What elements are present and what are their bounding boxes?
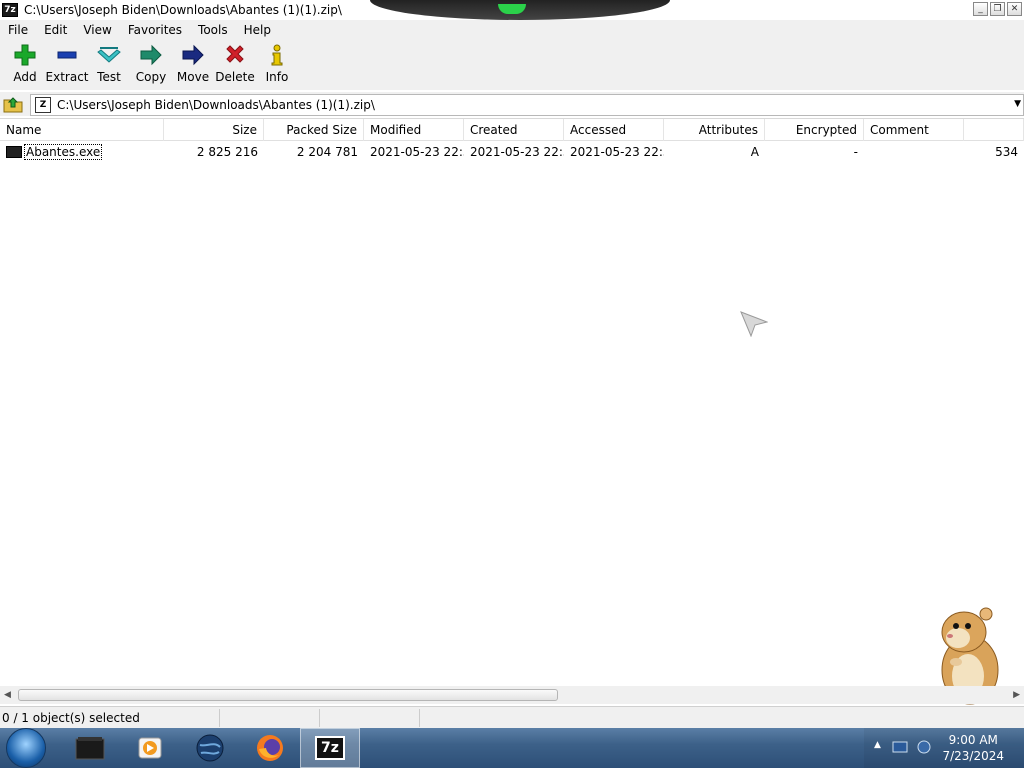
taskbar-terminal-app[interactable] xyxy=(60,728,120,768)
folder-up-icon[interactable] xyxy=(2,94,24,114)
menu-help[interactable]: Help xyxy=(236,23,279,37)
system-tray: ▲ 9:00 AM 7/23/2024 xyxy=(864,728,1024,768)
speaker-icon[interactable] xyxy=(916,739,932,755)
column-packed-size[interactable]: Packed Size xyxy=(264,119,364,141)
zip-archive-icon: Z xyxy=(35,97,51,113)
row-extra: 534 xyxy=(995,145,1018,159)
window-controls: _ ❐ ✕ xyxy=(973,2,1022,16)
copy-button[interactable]: Copy xyxy=(130,44,172,84)
add-label: Add xyxy=(13,70,37,84)
copy-label: Copy xyxy=(135,70,167,84)
row-created: 2021-05-23 22:34 xyxy=(470,145,564,159)
row-packed-size: 2 204 781 xyxy=(296,145,358,159)
toolbar: Add Extract Test Copy Move Delete Info xyxy=(0,40,1024,90)
title-decoration xyxy=(370,0,670,20)
test-button[interactable]: Test xyxy=(88,44,130,84)
scroll-left-icon[interactable]: ◀ xyxy=(4,690,11,700)
taskbar-7zip-app[interactable]: 7z xyxy=(300,728,360,768)
firefox-icon xyxy=(257,735,283,761)
menu-view[interactable]: View xyxy=(75,23,119,37)
column-created[interactable]: Created xyxy=(464,119,564,141)
arrow-right-icon xyxy=(139,44,163,66)
row-name: Abantes.exe xyxy=(24,144,103,160)
start-button[interactable] xyxy=(6,728,46,768)
title-bar: 7z C:\Users\Joseph Biden\Downloads\Abant… xyxy=(0,0,1024,20)
scroll-right-icon[interactable]: ▶ xyxy=(1013,690,1020,700)
7zip-taskbar-icon: 7z xyxy=(315,736,345,760)
executable-file-icon xyxy=(6,146,22,158)
terminal-icon xyxy=(75,737,105,760)
row-modified: 2021-05-23 22:34 xyxy=(370,145,464,159)
x-icon xyxy=(223,44,247,66)
menu-file[interactable]: File xyxy=(0,23,36,37)
clock-date: 7/23/2024 xyxy=(942,749,1004,763)
media-player-icon xyxy=(138,737,162,759)
menu-edit[interactable]: Edit xyxy=(36,23,75,37)
column-attributes[interactable]: Attributes xyxy=(664,119,765,141)
column-headers: Name Size Packed Size Modified Created A… xyxy=(0,119,1024,141)
row-comment xyxy=(864,143,964,161)
menu-favorites[interactable]: Favorites xyxy=(120,23,190,37)
taskbar-firefox-app[interactable] xyxy=(240,728,300,768)
extract-label: Extract xyxy=(45,70,89,84)
status-bar: 0 / 1 object(s) selected xyxy=(0,706,1024,728)
menu-tools[interactable]: Tools xyxy=(190,23,236,37)
extract-button[interactable]: Extract xyxy=(45,44,89,84)
taskbar-globe-app[interactable] xyxy=(180,728,240,768)
mouse-cursor-icon xyxy=(740,311,768,337)
column-size[interactable]: Size xyxy=(164,119,264,141)
globe-icon xyxy=(196,734,224,762)
menu-bar: File Edit View Favorites Tools Help xyxy=(0,20,1024,40)
table-row[interactable]: Abantes.exe 2 825 216 2 204 781 2021-05-… xyxy=(0,143,1024,161)
arrow-right-icon xyxy=(181,44,205,66)
file-list[interactable]: Name Size Packed Size Modified Created A… xyxy=(0,118,1024,686)
delete-label: Delete xyxy=(215,70,255,84)
close-button[interactable]: ✕ xyxy=(1007,2,1022,16)
test-label: Test xyxy=(97,70,121,84)
plus-icon xyxy=(13,44,37,66)
column-modified[interactable]: Modified xyxy=(364,119,464,141)
minus-icon xyxy=(55,44,79,66)
chevron-down-icon[interactable]: ▼ xyxy=(1014,99,1021,109)
status-section-2 xyxy=(220,708,320,727)
check-icon xyxy=(97,44,121,66)
add-button[interactable]: Add xyxy=(4,44,46,84)
row-attributes: A xyxy=(750,145,759,159)
column-name[interactable]: Name xyxy=(0,119,164,141)
address-path: C:\Users\Joseph Biden\Downloads\Abantes … xyxy=(57,98,375,112)
clock[interactable]: 9:00 AM 7/23/2024 xyxy=(942,732,1004,764)
row-encrypted: - xyxy=(853,145,858,159)
tray-expand-icon[interactable]: ▲ xyxy=(874,740,881,750)
column-extra[interactable] xyxy=(964,119,1024,141)
info-button[interactable]: Info xyxy=(256,44,298,84)
row-name-cell[interactable]: Abantes.exe xyxy=(0,143,164,161)
network-icon[interactable] xyxy=(892,740,908,754)
column-encrypted[interactable]: Encrypted xyxy=(765,119,864,141)
restore-button[interactable]: ❐ xyxy=(990,2,1005,16)
row-accessed: 2021-05-23 22:34 xyxy=(570,145,664,159)
column-comment[interactable]: Comment xyxy=(864,119,964,141)
taskbar-media-player-app[interactable] xyxy=(120,728,180,768)
title-decoration-dot xyxy=(498,4,526,14)
delete-button[interactable]: Delete xyxy=(214,44,256,84)
window-title: C:\Users\Joseph Biden\Downloads\Abantes … xyxy=(24,3,342,17)
address-field[interactable]: Z C:\Users\Joseph Biden\Downloads\Abante… xyxy=(30,94,1024,116)
scrollbar-thumb[interactable] xyxy=(18,689,558,701)
minimize-button[interactable]: _ xyxy=(973,2,988,16)
info-icon xyxy=(265,44,289,66)
7zip-app-icon: 7z xyxy=(2,3,18,17)
column-accessed[interactable]: Accessed xyxy=(564,119,664,141)
info-label: Info xyxy=(265,70,289,84)
status-section-3 xyxy=(320,708,420,727)
status-selection: 0 / 1 object(s) selected xyxy=(0,708,220,727)
taskbar: 7z ▲ 9:00 AM 7/23/2024 xyxy=(0,728,1024,768)
move-label: Move xyxy=(176,70,210,84)
address-bar: Z C:\Users\Joseph Biden\Downloads\Abante… xyxy=(0,92,1024,116)
horizontal-scrollbar[interactable]: ◀ ▶ xyxy=(0,686,1024,704)
clock-time: 9:00 AM xyxy=(948,733,998,747)
move-button[interactable]: Move xyxy=(172,44,214,84)
row-size: 2 825 216 xyxy=(196,145,258,159)
